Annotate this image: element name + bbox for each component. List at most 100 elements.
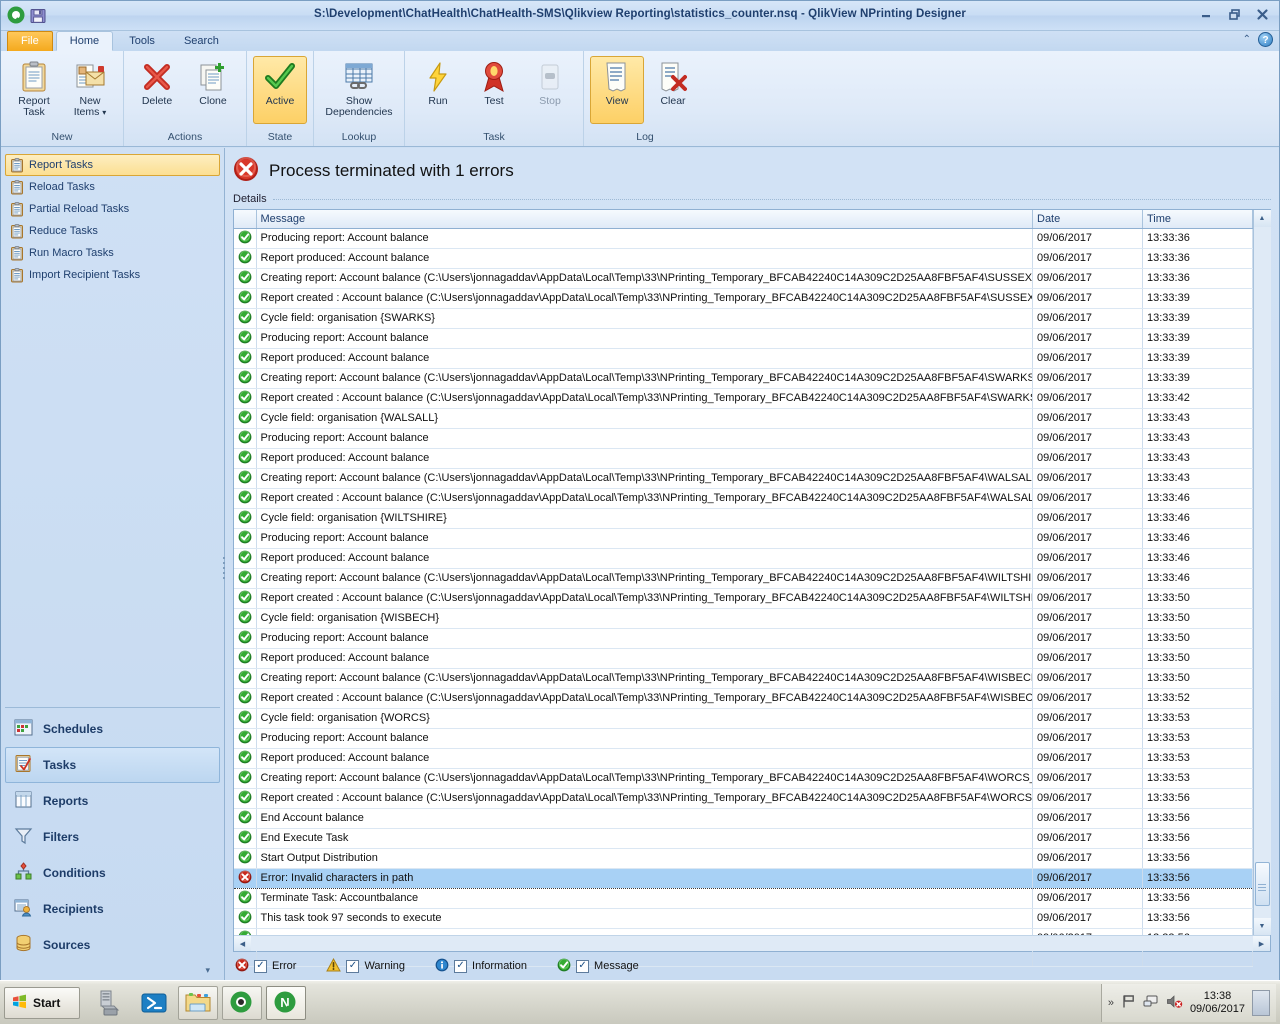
restore-button[interactable] (1221, 5, 1247, 23)
scroll-down-icon[interactable]: ▼ (1253, 918, 1271, 935)
column-header-status[interactable] (234, 210, 257, 229)
network-icon[interactable] (1143, 994, 1159, 1012)
column-header-message[interactable]: Message (256, 210, 1033, 229)
delete-button[interactable]: Delete (130, 56, 184, 124)
log-row[interactable]: This task took 97 seconds to execute 09/0… (234, 908, 1253, 929)
log-row[interactable]: Report produced: Account balance 09/06/20… (234, 448, 1253, 469)
log-row[interactable]: Report produced: Account balance 09/06/20… (234, 248, 1253, 269)
new-items-button[interactable]: New Items ▾ (63, 56, 117, 124)
column-header-date[interactable]: Date (1032, 210, 1143, 229)
log-row[interactable]: End Execute Task 09/06/2017 13:33:56 (234, 828, 1253, 849)
server-manager-icon[interactable] (90, 986, 130, 1020)
log-row[interactable]: Report created : Account balance (C:\Use… (234, 588, 1253, 609)
log-row[interactable]: Start Output Distribution 09/06/2017 13:33… (234, 848, 1253, 869)
show-desktop-icon[interactable] (1252, 989, 1270, 1016)
clock[interactable]: 13:38 09/06/2017 (1190, 990, 1245, 1016)
log-row[interactable]: Creating report: Account balance (C:\Use… (234, 268, 1253, 289)
log-row[interactable]: Report created : Account balance (C:\Use… (234, 488, 1253, 509)
log-row[interactable]: Creating report: Account balance (C:\Use… (234, 668, 1253, 689)
tree-item-partial-reload-tasks[interactable]: Partial Reload Tasks (5, 198, 220, 220)
nav-overflow-icon[interactable]: ▾ (1, 963, 224, 980)
view-log-button[interactable]: View (590, 56, 644, 124)
log-row[interactable]: Report created : Account balance (C:\Use… (234, 688, 1253, 709)
filter-checkbox-message[interactable]: ✓ (576, 959, 590, 973)
start-button[interactable]: Start (4, 986, 80, 1019)
log-row[interactable]: Producing report: Account balance 09/06/2… (234, 628, 1253, 649)
ribbon-tab-search[interactable]: Search (171, 32, 232, 52)
volume-muted-icon[interactable] (1166, 994, 1183, 1012)
ribbon-tab-file[interactable]: File (7, 31, 53, 51)
stop-button[interactable]: Stop (523, 56, 577, 124)
scroll-right-icon[interactable]: ▶ (1253, 936, 1270, 951)
nav-item-sources[interactable]: Sources (5, 927, 220, 963)
clear-log-button[interactable]: Clear (646, 56, 700, 124)
log-row[interactable]: Producing report: Account balance 09/06/2… (234, 228, 1253, 249)
clone-button[interactable]: Clone (186, 56, 240, 124)
show-hidden-icons-icon[interactable]: » (1108, 997, 1114, 1009)
log-row[interactable]: Producing report: Account balance 09/06/2… (234, 328, 1253, 349)
powershell-icon[interactable] (134, 986, 174, 1020)
log-row[interactable]: Cycle field: organisation {WORCS} 09/06/2… (234, 708, 1253, 729)
nav-item-tasks[interactable]: Tasks (5, 747, 220, 783)
collapse-ribbon-icon[interactable]: ⌃ (1243, 34, 1251, 45)
ribbon-tab-home[interactable]: Home (55, 31, 114, 51)
filter-message[interactable]: ✓ Message (557, 958, 639, 975)
log-row[interactable]: Report produced: Account balance 09/06/20… (234, 348, 1253, 369)
test-button[interactable]: Test (467, 56, 521, 124)
log-row[interactable]: Report produced: Account balance 09/06/20… (234, 648, 1253, 669)
scroll-track[interactable] (1253, 227, 1271, 918)
nav-item-reports[interactable]: Reports (5, 783, 220, 819)
show-dependencies-button[interactable]: Show Dependencies (320, 56, 398, 124)
log-row[interactable]: Terminate Task: Accountbalance 09/06/2017… (234, 888, 1253, 909)
scroll-up-icon[interactable]: ▲ (1253, 210, 1271, 227)
log-row[interactable]: Creating report: Account balance (C:\Use… (234, 368, 1253, 389)
log-row[interactable]: Producing report: Account balance 09/06/2… (234, 728, 1253, 749)
active-toggle-button[interactable]: Active (253, 56, 307, 124)
nav-item-filters[interactable]: Filters (5, 819, 220, 855)
nav-item-schedules[interactable]: Schedules (5, 711, 220, 747)
log-row[interactable]: Report produced: Account balance 09/06/20… (234, 748, 1253, 769)
log-row[interactable]: Producing report: Account balance 09/06/2… (234, 528, 1253, 549)
log-row[interactable]: Report produced: Account balance 09/06/20… (234, 548, 1253, 569)
log-row[interactable]: Cycle field: organisation {WISBECH} 09/06… (234, 608, 1253, 629)
qlikview-icon[interactable] (222, 985, 262, 1020)
tree-item-reload-tasks[interactable]: Reload Tasks (5, 176, 220, 198)
log-row[interactable]: Cycle field: organisation {SWARKS} 09/06/… (234, 308, 1253, 329)
log-row[interactable]: Report created : Account balance (C:\Use… (234, 788, 1253, 809)
scroll-thumb[interactable] (1254, 862, 1270, 906)
action-center-flag-icon[interactable] (1121, 994, 1136, 1012)
filter-information[interactable]: ✓ Information (435, 958, 527, 975)
nprinting-icon[interactable]: N (266, 985, 306, 1020)
tree-item-run-macro-tasks[interactable]: Run Macro Tasks (5, 242, 220, 264)
tree-item-import-recipient-tasks[interactable]: Import Recipient Tasks (5, 264, 220, 286)
filter-checkbox-information[interactable]: ✓ (454, 959, 468, 973)
log-row[interactable]: Cycle field: organisation {WALSALL} 09/06… (234, 408, 1253, 429)
nav-item-recipients[interactable]: Recipients (5, 891, 220, 927)
tree-item-reduce-tasks[interactable]: Reduce Tasks (5, 220, 220, 242)
filter-checkbox-error[interactable]: ✓ (254, 959, 267, 973)
nav-item-conditions[interactable]: Conditions (5, 855, 220, 891)
log-row[interactable]: Cycle field: organisation {WILTSHIRE} 09/… (234, 508, 1253, 529)
log-row[interactable]: Error: Invalid characters in path 09/06/2… (234, 867, 1253, 889)
log-vertical-scrollbar[interactable]: ▲ ▼ (1253, 210, 1271, 935)
filter-error[interactable]: ✓ Error (235, 958, 296, 975)
log-row[interactable]: Report created : Account balance (C:\Use… (234, 388, 1253, 409)
log-horizontal-scrollbar[interactable]: ◀ ▶ (234, 935, 1270, 951)
log-row[interactable]: Creating report: Account balance (C:\Use… (234, 468, 1253, 489)
log-row[interactable]: Creating report: Account balance (C:\Use… (234, 768, 1253, 789)
report-task-button[interactable]: Report Task (7, 56, 61, 124)
scroll-left-icon[interactable]: ◀ (234, 936, 251, 951)
column-header-time[interactable]: Time (1142, 210, 1253, 229)
file-explorer-icon[interactable] (178, 985, 218, 1020)
log-row[interactable]: Report created : Account balance (C:\Use… (234, 288, 1253, 309)
minimize-button[interactable] (1193, 5, 1219, 23)
help-icon[interactable]: ? (1258, 32, 1273, 47)
log-row[interactable]: Creating report: Account balance (C:\Use… (234, 568, 1253, 589)
filter-warning[interactable]: ✓ Warning (326, 957, 405, 975)
h-scroll-track[interactable] (251, 936, 1253, 951)
tree-item-report-tasks[interactable]: Report Tasks (5, 154, 220, 176)
run-button[interactable]: Run (411, 56, 465, 124)
log-row[interactable]: Producing report: Account balance 09/06/2… (234, 428, 1253, 449)
log-row[interactable]: End Account balance 09/06/2017 13:33:56 (234, 808, 1253, 829)
ribbon-tab-tools[interactable]: Tools (116, 32, 168, 52)
